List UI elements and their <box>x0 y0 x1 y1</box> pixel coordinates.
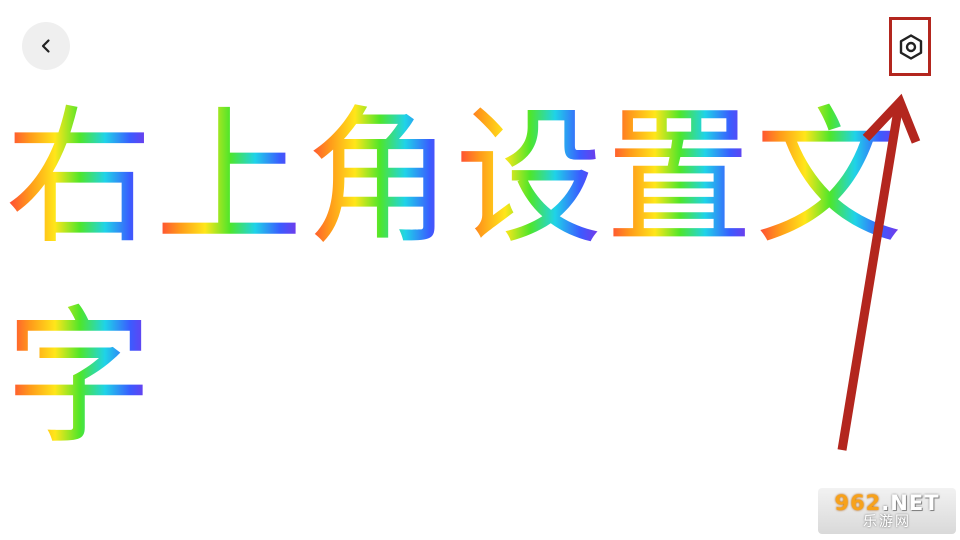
screen: 右上角设置文字 962.NET 乐游网 <box>0 0 960 540</box>
display-character: 上 <box>155 92 305 264</box>
display-character: 角 <box>305 92 455 264</box>
display-character: 设 <box>455 92 605 264</box>
hex-gear-icon <box>899 34 923 60</box>
display-character: 字 <box>5 292 155 464</box>
settings-button[interactable] <box>893 27 929 67</box>
display-character: 文 <box>755 92 905 264</box>
watermark-number: 962 <box>834 491 882 515</box>
chevron-left-icon <box>41 39 50 53</box>
display-character: 置 <box>605 92 755 264</box>
watermark-suffix: .NET <box>881 491 940 515</box>
display-character: 右 <box>5 92 155 264</box>
watermark-name: 乐游网 <box>863 514 911 530</box>
site-watermark-logo: 962.NET 乐游网 <box>818 488 956 534</box>
back-button[interactable] <box>22 22 70 70</box>
rainbow-display-text: 右上角设置文字 <box>5 78 935 478</box>
